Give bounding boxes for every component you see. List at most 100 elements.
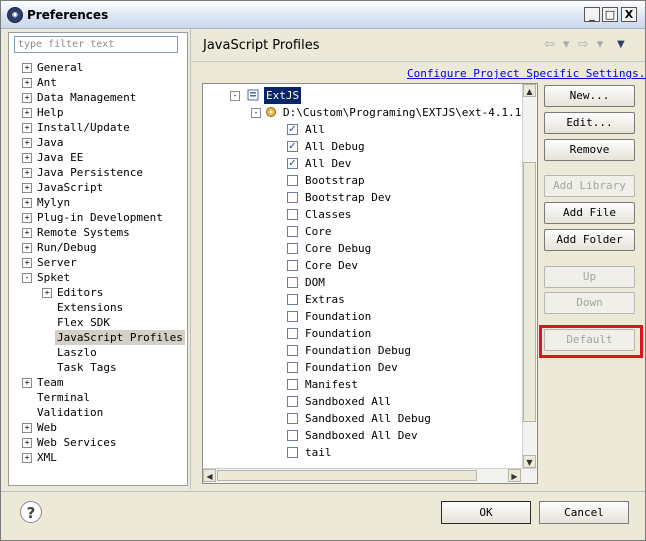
configure-project-link[interactable]: Configure Project Specific Settings... [407,67,646,80]
profile-label: Sandboxed All Debug [305,412,431,425]
collapse-icon[interactable]: - [251,108,261,118]
expand-icon[interactable]: + [22,138,32,148]
profile-label: Foundation Dev [305,361,398,374]
up-button[interactable]: Up [544,266,635,288]
checkbox-unchecked[interactable] [287,430,298,441]
checkbox-unchecked[interactable] [287,175,298,186]
checkbox-unchecked[interactable] [287,447,298,458]
eclipse-icon: ◉ [7,7,23,23]
profile-label: Extras [305,293,345,306]
expand-icon[interactable]: + [22,168,32,178]
profile-label: Core Dev [305,259,358,272]
view-menu-icon[interactable]: ▼ [617,39,625,50]
edit-button[interactable]: Edit... [544,112,635,134]
expand-icon[interactable]: + [22,438,32,448]
expand-icon[interactable]: + [22,243,32,253]
checkbox-unchecked[interactable] [287,413,298,424]
profile-label: Core Debug [305,242,372,255]
add-folder-button[interactable]: Add Folder [544,229,635,251]
expand-icon[interactable]: + [22,93,32,103]
profile-label: Manifest [305,378,358,391]
checkbox-unchecked[interactable] [287,192,298,203]
expand-icon[interactable]: + [22,153,32,163]
checkbox-unchecked[interactable] [287,396,298,407]
profile-label: Bootstrap Dev [305,191,392,204]
sidebar-item-label: JavaScript [37,181,104,194]
horizontal-scroll-thumb[interactable] [217,470,477,481]
profile-label: tail [305,446,332,459]
expand-icon[interactable]: + [22,183,32,193]
checkbox-unchecked[interactable] [287,260,298,271]
down-button[interactable]: Down [544,292,635,314]
sidebar-item-label: General [37,61,84,74]
checkbox-checked[interactable]: ✓ [287,141,298,152]
sidebar-item-label: Team [37,376,64,389]
sidebar-item-label: Help [37,106,64,119]
ok-button[interactable]: OK [441,501,531,524]
profile-label: All [305,123,325,136]
profile-label: DOM [305,276,325,289]
expand-icon[interactable]: + [22,378,32,388]
sidebar-item-label: Java EE [37,151,84,164]
checkbox-unchecked[interactable] [287,277,298,288]
scroll-up-arrow[interactable]: ▲ [523,84,536,97]
sidebar-item-label: Run/Debug [37,241,97,254]
expand-icon[interactable]: + [22,228,32,238]
sidebar-item-label: Install/Update [37,121,130,134]
expand-icon[interactable]: + [22,78,32,88]
expand-icon[interactable]: + [42,288,52,298]
page-title: JavaScript Profiles [203,38,320,53]
filter-input[interactable] [14,36,178,53]
checkbox-unchecked[interactable] [287,362,298,373]
checkbox-checked[interactable]: ✓ [287,124,298,135]
expand-icon[interactable]: + [22,108,32,118]
title-bar[interactable]: ◉ Preferences _ □ X [1,1,645,29]
collapse-icon[interactable]: - [230,91,240,101]
sidebar-item-label: Server [37,256,77,269]
checkbox-unchecked[interactable] [287,243,298,254]
remove-button[interactable]: Remove [544,139,635,161]
profile-label: Core [305,225,332,238]
profiles-tree-panel: - ExtJS - D:\Custom\Programing\EXTJS\ext-4.… [202,83,538,484]
expand-icon[interactable]: + [22,423,32,433]
checkbox-unchecked[interactable] [287,294,298,305]
vertical-scrollbar[interactable]: ▲ ▼ [522,84,537,468]
cancel-button[interactable]: Cancel [539,501,629,524]
sidebar-item-label: Terminal [37,391,90,404]
highlight-box [539,325,643,358]
expand-icon[interactable]: + [22,258,32,268]
checkbox-unchecked[interactable] [287,345,298,356]
new-button[interactable]: New... [544,85,635,107]
horizontal-scrollbar[interactable]: ◀ ▶ [203,468,537,483]
expand-icon[interactable]: + [22,213,32,223]
expand-icon[interactable]: + [22,453,32,463]
window-title: Preferences [27,8,109,22]
maximize-button[interactable]: □ [602,7,618,22]
expand-icon[interactable]: + [22,198,32,208]
library-path: D:\Custom\Programing\EXTJS\ext-4.1.1-gp [283,106,538,119]
close-button[interactable]: X [621,7,637,22]
checkbox-unchecked[interactable] [287,311,298,322]
vertical-scroll-thumb[interactable] [523,162,536,422]
add-file-button[interactable]: Add File [544,202,635,224]
collapse-icon[interactable]: - [22,273,32,283]
sash-divider[interactable] [190,29,191,489]
nav-back-forward-icons[interactable]: ⇦ ▾ ⇨ ▾ [544,37,605,52]
help-icon[interactable]: ? [20,501,42,523]
checkbox-unchecked[interactable] [287,328,298,339]
expand-icon[interactable]: + [22,123,32,133]
checkbox-unchecked[interactable] [287,379,298,390]
checkbox-checked[interactable]: ✓ [287,158,298,169]
preferences-window: ◉ Preferences _ □ X + General + Ant + Data Ma… [0,0,646,541]
checkbox-unchecked[interactable] [287,209,298,220]
profile-root-label: ExtJS [264,87,302,104]
scroll-right-arrow[interactable]: ▶ [508,469,521,482]
profile-label: Foundation [305,310,372,323]
checkbox-unchecked[interactable] [287,226,298,237]
scroll-left-arrow[interactable]: ◀ [203,469,216,482]
expand-icon[interactable]: + [22,63,32,73]
minimize-button[interactable]: _ [584,7,600,22]
profile-icon [247,89,259,101]
scroll-down-arrow[interactable]: ▼ [523,455,536,468]
add-library-button[interactable]: Add Library [544,175,635,197]
